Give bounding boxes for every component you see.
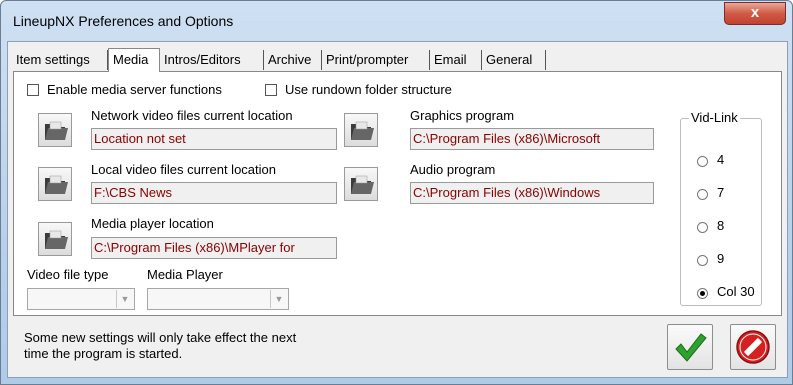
restart-notice-line-1: Some new settings will only take effect … (24, 330, 297, 345)
media-player-select[interactable]: ▼ (147, 288, 289, 310)
close-icon: x (750, 4, 760, 21)
video-file-type-label: Video file type (27, 267, 109, 282)
tab-media[interactable]: Media (108, 48, 160, 72)
network-video-label: Network video files current location (91, 108, 293, 123)
vid-link-radio-4[interactable] (697, 156, 708, 167)
audio-program-path-field[interactable]: C:\Program Files (x86)\Windows (410, 182, 654, 204)
media-player-path-field[interactable]: C:\Program Files (x86)\MPlayer for (91, 237, 337, 259)
folder-icon (351, 121, 374, 140)
restart-notice: Some new settings will only take effect … (24, 330, 364, 362)
vid-link-option-9: 9 (717, 251, 725, 266)
graphics-program-path-field[interactable]: C:\Program Files (x86)\Microsoft (410, 128, 654, 150)
vid-link-option-col30: Col 30 (717, 284, 755, 299)
tab-archive[interactable]: Archive (264, 50, 322, 70)
rundown-folder-checkbox[interactable] (265, 84, 277, 96)
media-tab-panel: Enable media server functions Use rundow… (13, 71, 782, 316)
green-checkmark-icon (675, 333, 707, 362)
network-video-browse-button[interactable] (38, 113, 72, 147)
audio-program-label: Audio program (410, 162, 496, 177)
vid-link-group: Vid-Link 4 7 8 9 Col 30 (680, 110, 762, 306)
vid-link-radio-7[interactable] (697, 189, 708, 200)
radio-selected-dot (700, 291, 705, 296)
media-player-browse-button[interactable] (38, 222, 72, 256)
network-video-path-field[interactable]: Location not set (91, 128, 337, 150)
rundown-folder-label: Use rundown folder structure (285, 82, 452, 97)
vid-link-option-7: 7 (717, 185, 725, 200)
vid-link-radio-9[interactable] (697, 255, 708, 266)
media-server-label: Enable media server functions (47, 82, 222, 97)
tab-email[interactable]: Email (430, 50, 482, 70)
media-player-select-label: Media Player (147, 267, 223, 282)
tab-general[interactable]: General (482, 50, 546, 70)
local-video-path-field[interactable]: F:\CBS News (91, 182, 337, 204)
audio-browse-button[interactable] (344, 167, 378, 201)
dialog-client-area: Item settings Media Intros/Editors Archi… (7, 41, 788, 378)
preferences-window: LineupNX Preferences and Options x Item … (0, 0, 793, 385)
vid-link-radio-col30[interactable] (697, 288, 708, 299)
close-button[interactable]: x (724, 2, 786, 25)
chevron-down-icon[interactable]: ▼ (116, 290, 133, 308)
title-bar: LineupNX Preferences and Options x (1, 1, 792, 41)
folder-icon (351, 175, 374, 194)
cancel-button[interactable] (730, 324, 776, 370)
vid-link-option-4: 4 (717, 152, 725, 167)
tab-item-settings[interactable]: Item settings (12, 50, 108, 70)
local-video-label: Local video files current location (91, 162, 276, 177)
ok-button[interactable] (667, 324, 713, 370)
footer: Some new settings will only take effect … (13, 318, 780, 374)
video-file-type-select[interactable]: ▼ (27, 288, 135, 310)
tab-print-prompter[interactable]: Print/prompter (322, 50, 430, 70)
folder-icon (45, 121, 68, 140)
window-title: LineupNX Preferences and Options (13, 13, 234, 29)
red-no-entry-icon (736, 330, 770, 364)
media-server-checkbox[interactable] (27, 84, 39, 96)
graphics-browse-button[interactable] (344, 113, 378, 147)
media-player-location-label: Media player location (91, 216, 214, 231)
local-video-browse-button[interactable] (38, 167, 72, 201)
folder-icon (45, 175, 68, 194)
graphics-program-label: Graphics program (410, 108, 515, 123)
folder-icon (45, 230, 68, 249)
tab-intros-editors[interactable]: Intros/Editors (160, 50, 264, 70)
chevron-down-icon[interactable]: ▼ (270, 290, 287, 308)
restart-notice-line-2: time the program is started. (24, 346, 183, 361)
vid-link-option-8: 8 (717, 218, 725, 233)
vid-link-radio-8[interactable] (697, 222, 708, 233)
vid-link-title: Vid-Link (689, 110, 740, 125)
